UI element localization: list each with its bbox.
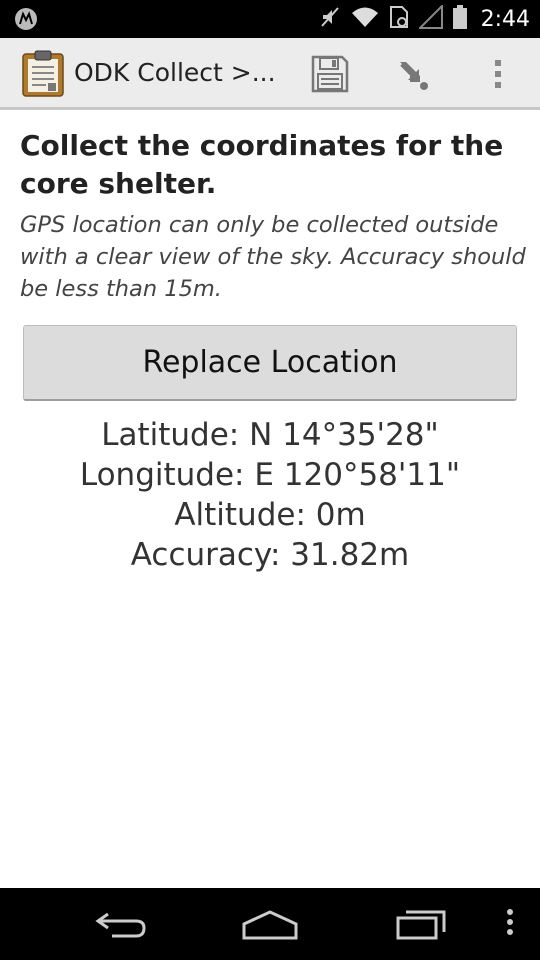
- form-content: Collect the coordinates for the core she…: [0, 113, 540, 888]
- motorola-logo-icon: [14, 7, 38, 31]
- back-icon[interactable]: [92, 904, 148, 944]
- navigation-bar: [0, 888, 540, 960]
- menu-icon[interactable]: [500, 904, 520, 944]
- status-icons: 2:44: [319, 0, 530, 38]
- recent-apps-icon[interactable]: [394, 904, 450, 944]
- altitude-text: Altitude: 0m: [174, 497, 366, 533]
- app-title: ODK Collect >...: [74, 58, 276, 87]
- home-icon[interactable]: [240, 904, 300, 944]
- status-time: 2:44: [480, 6, 530, 32]
- jump-to-question-icon[interactable]: [396, 56, 432, 92]
- action-bar: ODK Collect >...: [0, 38, 540, 110]
- clipboard-icon[interactable]: [20, 49, 66, 97]
- mute-icon: [319, 5, 341, 33]
- signal-icon: [417, 3, 443, 33]
- save-icon[interactable]: [310, 54, 350, 94]
- accuracy-text: Accuracy: 31.82m: [130, 537, 410, 573]
- question-hint: GPS location can only be collected outsi…: [20, 212, 526, 302]
- sim-card-icon: [389, 5, 409, 33]
- overflow-menu-icon[interactable]: [486, 54, 510, 94]
- latitude-text: Latitude: N 14°35'28": [101, 417, 439, 453]
- wifi-icon: [351, 6, 379, 32]
- question-label: Collect the coordinates for the core she…: [20, 129, 504, 200]
- status-bar: 2:44: [0, 0, 540, 38]
- replace-location-button[interactable]: Replace Location: [23, 325, 517, 401]
- battery-icon: [452, 5, 467, 33]
- longitude-text: Longitude: E 120°58'11": [79, 457, 461, 493]
